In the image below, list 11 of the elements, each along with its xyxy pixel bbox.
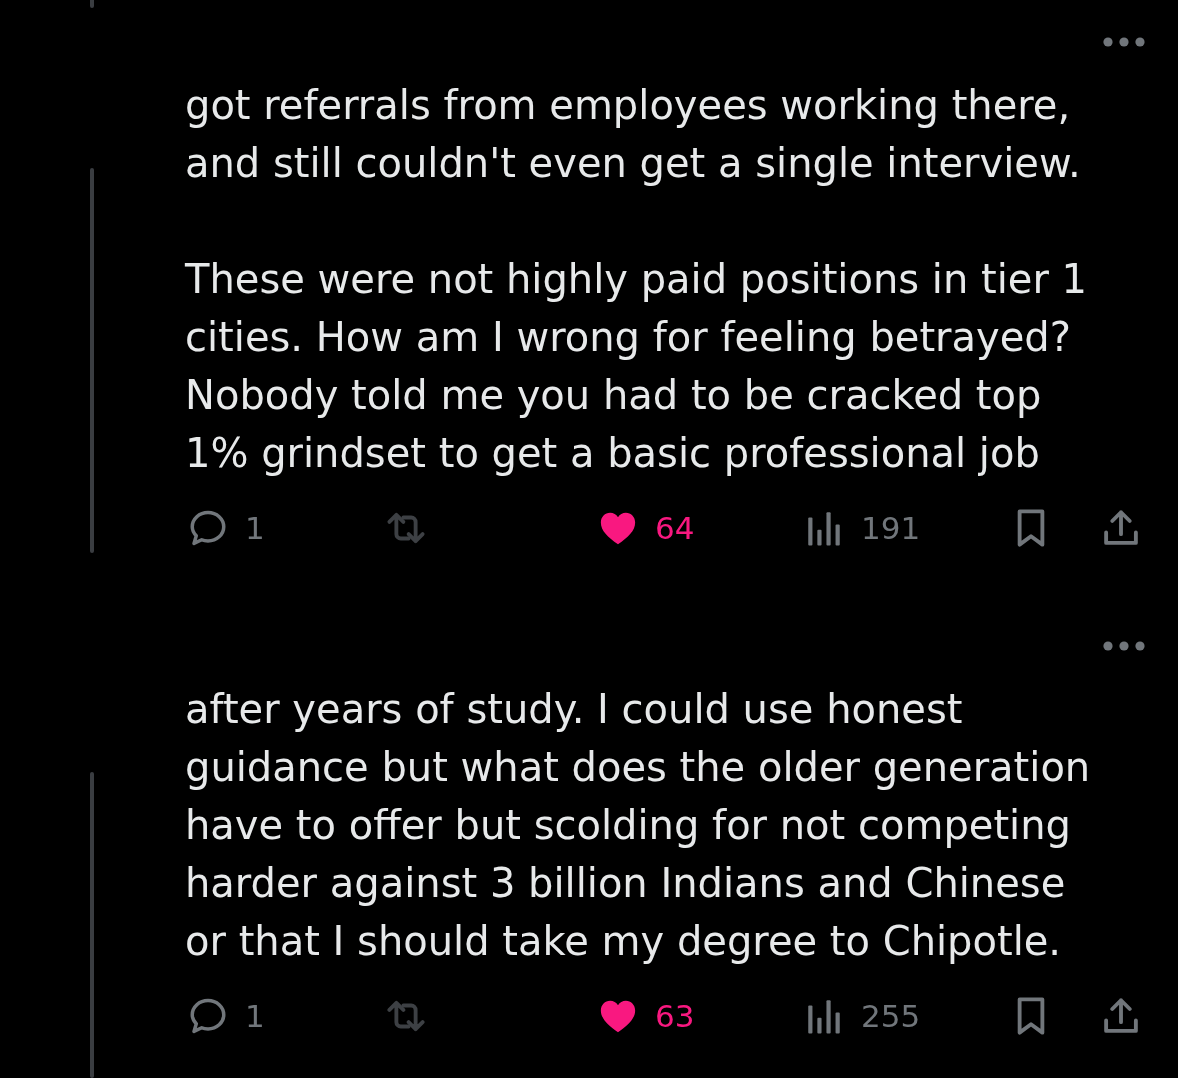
post-text: after years of study. I could use honest guidance but what does the older generation have to offer but scolding for not competing harder against 3 billion Indians and Chinese or that I should take my degree to Chipotle. bbox=[185, 685, 1092, 966]
post-text: got referrals from employees working there, and still couldn't even get a single interview. bbox=[185, 81, 1082, 188]
views-button[interactable]: 191 bbox=[803, 507, 921, 549]
like-button[interactable]: 64 bbox=[597, 507, 695, 549]
more-icon[interactable] bbox=[1103, 641, 1145, 651]
reply-button[interactable]: 1 bbox=[187, 507, 265, 549]
reply-button[interactable]: 1 bbox=[187, 995, 265, 1037]
more-icon[interactable] bbox=[1103, 37, 1145, 47]
views-button[interactable]: 255 bbox=[803, 995, 921, 1037]
like-button[interactable]: 63 bbox=[597, 995, 695, 1037]
post-text: These were not highly paid positions in tier 1 cities. How am I wrong for feeling betrayed? Nobody told me you had to be cracked top 1% grindset to get a basic professional job bbox=[185, 255, 1088, 478]
